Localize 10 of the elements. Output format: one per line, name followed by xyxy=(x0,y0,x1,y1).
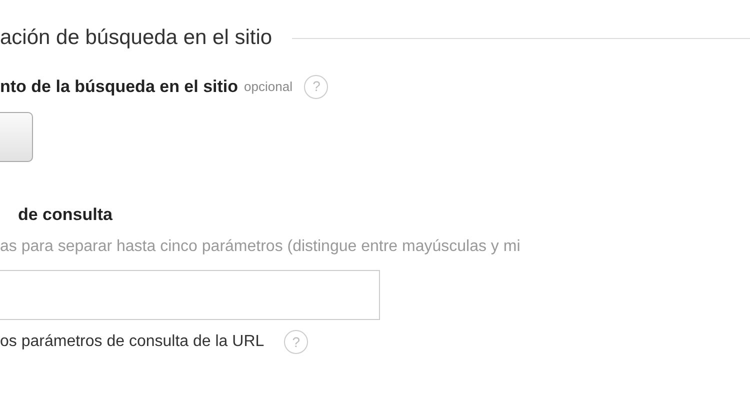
help-icon[interactable]: ? xyxy=(304,74,328,99)
field-hint: as para separar hasta cinco parámetros (distingue entre mayúsculas y mi xyxy=(0,237,522,257)
toggle-button[interactable] xyxy=(0,112,33,162)
field-label: de consulta xyxy=(17,204,114,226)
section-title: ación de búsqueda en el sitio xyxy=(0,25,272,51)
input-field[interactable] xyxy=(0,270,380,320)
help-icon[interactable]: ? xyxy=(284,330,308,354)
optional-note: opcional xyxy=(244,78,292,96)
option-label: os parámetros de consulta de la URL xyxy=(0,332,264,352)
field-label: nto de la búsqueda en el sitio xyxy=(0,76,238,98)
